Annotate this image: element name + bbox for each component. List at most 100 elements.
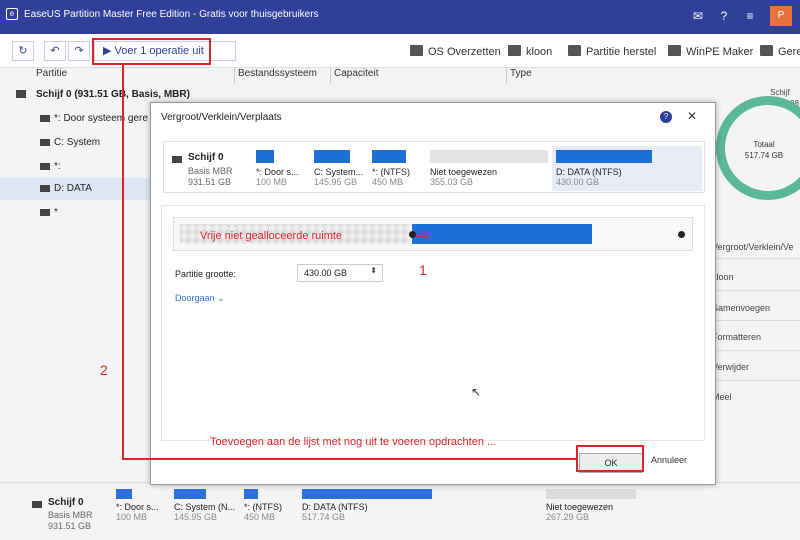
tools-button[interactable]: Gere xyxy=(760,45,800,58)
partition-name: Niet toegewezen xyxy=(430,167,498,177)
partition-row-label: D: DATA xyxy=(54,183,92,194)
partition-name: C: System (N... xyxy=(174,502,236,512)
bottom-unallocated[interactable]: Niet toegewezen 267.29 GB xyxy=(546,489,636,522)
clone-button[interactable]: kloon xyxy=(508,45,552,58)
partition-row-selected[interactable]: D: DATA xyxy=(0,178,160,200)
dialog-disk-size: 931.51 GB xyxy=(188,177,232,187)
winpe-maker-label: WinPE Maker xyxy=(686,46,754,58)
help-icon[interactable]: ? xyxy=(716,8,732,24)
partition-bar xyxy=(430,150,548,163)
wrench-icon xyxy=(760,45,773,56)
partition-size: 100 MB xyxy=(116,512,148,522)
dialog-disk-map: Schijf 0 Basis MBR 931.51 GB *: Door s..… xyxy=(163,141,705,193)
partition-row[interactable]: *: Door systeem gere xyxy=(0,108,160,130)
resize-dialog: Vergroot/Verklein/Verplaats ? ✕ Schijf 0… xyxy=(150,102,716,485)
annotation-step-2: 2 xyxy=(100,362,108,378)
user-avatar[interactable]: P xyxy=(770,6,792,26)
migrate-icon xyxy=(410,45,423,56)
partition-bar xyxy=(546,489,636,499)
app-logo-icon: e xyxy=(6,8,18,20)
partition-row[interactable]: *: xyxy=(0,156,160,178)
close-icon[interactable]: ✕ xyxy=(687,109,697,123)
undo-button[interactable]: ↶ xyxy=(44,41,66,61)
dialog-disk-type: Basis MBR xyxy=(188,166,233,176)
partition-recovery-button[interactable]: Partitie herstel xyxy=(568,45,656,58)
partition-size: 355.03 GB xyxy=(430,177,474,187)
annotation-step-1: 1 xyxy=(419,262,427,278)
donut-total-value: 517.74 GB xyxy=(744,151,784,160)
annotation-line xyxy=(122,63,124,460)
dialog-title: Vergroot/Verklein/Verplaats xyxy=(161,112,282,123)
partition-bar xyxy=(556,150,652,163)
op-merge[interactable]: Samenvoegen xyxy=(712,303,770,313)
partition-row-label: * xyxy=(54,207,58,218)
partition-icon xyxy=(40,139,50,146)
partition-bar xyxy=(116,489,132,499)
partition-icon xyxy=(40,185,50,192)
op-resize[interactable]: Vergroot/Verklein/Ve xyxy=(712,242,794,252)
disk-row[interactable]: Schijf 0 (931.51 GB, Basis, MBR) xyxy=(0,84,190,106)
dialog-unallocated[interactable]: Niet toegewezen 355.03 GB xyxy=(430,150,548,187)
mouse-cursor-icon: ↖ xyxy=(471,385,482,399)
clone-label: kloon xyxy=(526,46,553,58)
disk-icon xyxy=(32,501,42,508)
partition-recovery-label: Partitie herstel xyxy=(586,46,657,58)
bottom-partition[interactable]: *: Door s... 100 MB xyxy=(116,489,166,522)
bottom-partition[interactable]: C: System (N... 145.95 GB xyxy=(174,489,238,522)
partition-bar xyxy=(314,150,350,163)
divider xyxy=(706,320,800,321)
divider xyxy=(706,380,800,381)
partition-row[interactable]: * xyxy=(0,202,160,224)
annotation-free-space: Vrije niet gealloceerde ruimte xyxy=(200,230,343,242)
annotation-instruction: Toevoegen aan de lijst met nog uit te vo… xyxy=(210,436,497,448)
clone-icon xyxy=(508,45,521,56)
op-format[interactable]: Formatteren xyxy=(712,332,761,342)
settings-icon[interactable]: ≡ xyxy=(742,8,758,24)
column-divider xyxy=(234,68,235,84)
partition-bar xyxy=(174,489,206,499)
annotation-arrow-icon: ⇨ xyxy=(416,227,430,244)
dialog-partition-selected[interactable]: D: DATA (NTFS) 430.00 GB xyxy=(552,146,702,191)
partition-icon xyxy=(40,115,50,122)
bottom-partition[interactable]: *: (NTFS) 450 MB xyxy=(244,489,294,522)
partition-row[interactable]: C: System xyxy=(0,132,160,154)
tools-label: Gere xyxy=(778,46,800,58)
cancel-button[interactable]: Annuleer xyxy=(651,455,687,465)
redo-button[interactable]: ↷ xyxy=(68,41,90,61)
divider xyxy=(706,290,800,291)
dialog-disk-name: Schijf 0 xyxy=(188,152,224,163)
dialog-partition[interactable]: *: Door s... 100 MB xyxy=(256,150,310,187)
partition-name: C: System... xyxy=(314,167,364,177)
annotation-box-ok xyxy=(576,445,644,472)
partition-size: 430.00 GB xyxy=(556,177,600,187)
column-divider xyxy=(506,68,507,84)
partition-size: 267.29 GB xyxy=(546,512,590,522)
column-header-filesystem[interactable]: Bestandssysteem xyxy=(238,68,317,84)
refresh-button[interactable]: ↻ xyxy=(12,41,34,61)
dialog-partition[interactable]: C: System... 145.95 GB xyxy=(314,150,368,187)
bottom-partition[interactable]: D: DATA (NTFS) 517.74 GB xyxy=(302,489,432,522)
bottom-disk-name: Schijf 0 xyxy=(48,497,84,508)
partition-size: 450 MB xyxy=(372,177,404,187)
column-divider xyxy=(330,68,331,84)
partition-bar xyxy=(372,150,406,163)
title-bar: e EaseUS Partition Master Free Edition -… xyxy=(0,0,800,34)
donut-total-label: Totaal xyxy=(753,140,775,149)
disk-icon xyxy=(16,90,26,98)
dialog-partition[interactable]: *: (NTFS) 450 MB xyxy=(372,150,424,187)
column-header-capacity[interactable]: Capaciteit xyxy=(334,68,378,84)
mail-icon[interactable]: ✉ xyxy=(690,8,706,24)
op-delete[interactable]: Verwijder xyxy=(712,362,749,372)
os-migrate-button[interactable]: OS Overzetten xyxy=(410,45,501,58)
partition-row-label: *: xyxy=(54,161,61,172)
winpe-maker-button[interactable]: WinPE Maker xyxy=(668,45,753,58)
partition-name: Niet toegewezen xyxy=(546,502,614,512)
disk-row-label: Schijf 0 (931.51 GB, Basis, MBR) xyxy=(36,89,190,100)
window-title: EaseUS Partition Master Free Edition - G… xyxy=(24,9,319,20)
bottom-disk-type: Basis MBR xyxy=(48,510,93,520)
help-icon[interactable]: ? xyxy=(660,111,672,123)
bottom-disk-size: 931.51 GB xyxy=(48,521,92,531)
partition-size: 145.95 GB xyxy=(174,512,218,522)
column-header-type[interactable]: Type xyxy=(510,68,532,84)
column-header-partition[interactable]: Partitie xyxy=(36,68,67,84)
